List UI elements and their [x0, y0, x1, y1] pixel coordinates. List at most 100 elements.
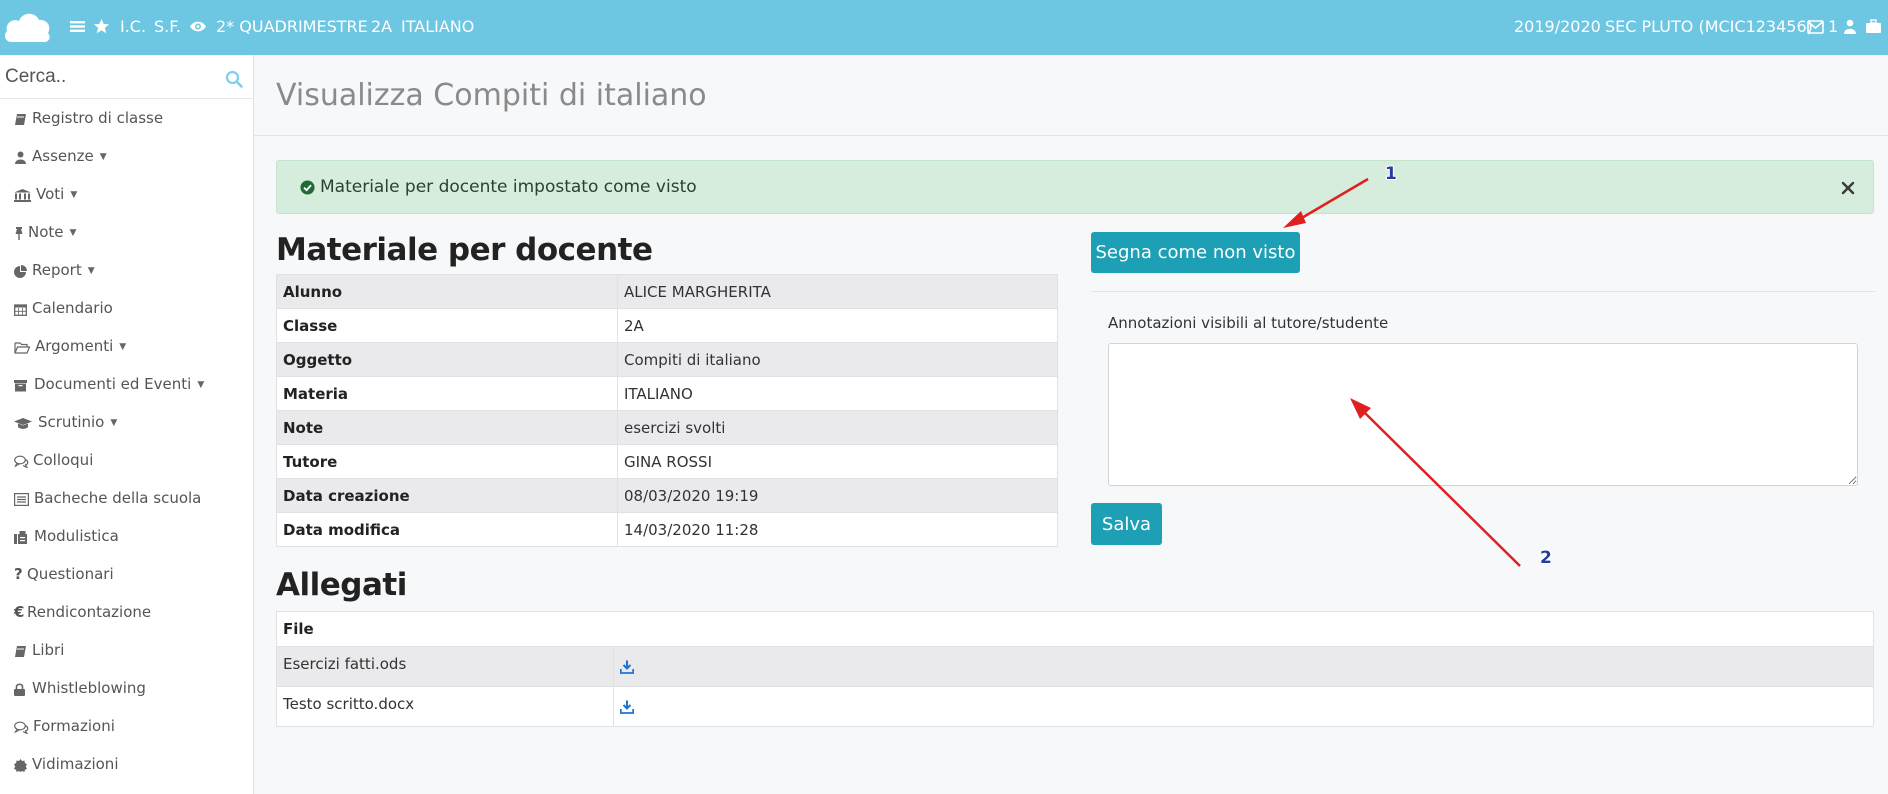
download-icon[interactable] [620, 700, 634, 714]
user-icon[interactable] [1844, 19, 1856, 34]
detail-key: Tutore [276, 444, 618, 479]
detail-key: Oggetto [276, 342, 618, 377]
detail-key: Note [276, 410, 618, 445]
detail-key: Materia [276, 376, 618, 411]
file-name: Testo scritto.docx [276, 686, 614, 727]
detail-value: 08/03/2020 19:19 [617, 478, 1058, 513]
sidebar-item-calendario[interactable]: Calendario [0, 294, 253, 324]
caret-down-icon: ▼ [197, 380, 205, 390]
table-row: Testo scritto.docx [276, 686, 1874, 727]
sidebar-item-bacheche-della-scuola[interactable]: Bacheche della scuola [0, 484, 253, 514]
lock-icon [14, 683, 25, 696]
sidebar-item-scrutinio[interactable]: Scrutinio ▼ [0, 408, 253, 438]
table-row: Alunno ALICE MARGHERITA [276, 274, 1058, 309]
table-row: Classe 2A [276, 308, 1058, 343]
pin-icon [15, 227, 23, 240]
sidebar-item-modulistica[interactable]: Modulistica [0, 522, 253, 552]
breadcrumb-class[interactable]: 2A [371, 16, 392, 38]
callout-1: 1 [1385, 164, 1397, 184]
column-header-file: File [276, 611, 1874, 647]
breadcrumb-subject[interactable]: ITALIANO [401, 16, 474, 38]
sidebar-item-colloqui[interactable]: Colloqui [0, 446, 253, 476]
sidebar-item-label: Calendario [32, 299, 113, 317]
sidebar-item-note[interactable]: Note ▼ [0, 218, 253, 248]
sidebar-item-argomenti[interactable]: Argomenti ▼ [0, 332, 253, 362]
detail-key: Data creazione [276, 478, 618, 513]
save-button[interactable]: Salva [1091, 503, 1162, 545]
detail-heading: Materiale per docente [276, 232, 653, 268]
caret-down-icon: ▼ [99, 152, 107, 162]
sidebar-item-label: Rendicontazione [27, 603, 152, 621]
euro-icon: € [14, 603, 25, 621]
book-icon [15, 646, 26, 657]
sidebar: Registro di classe Assenze▼ Voti▼ Note▼ … [0, 55, 254, 794]
breadcrumb-institute[interactable]: I.C. [120, 16, 146, 38]
sidebar-item-assenze[interactable]: Assenze ▼ [0, 142, 253, 172]
star-icon[interactable] [93, 18, 110, 35]
eye-icon[interactable] [189, 20, 207, 33]
archive-icon [14, 380, 27, 392]
sidebar-item-formazioni[interactable]: Formazioni [0, 712, 253, 742]
envelope-icon[interactable] [1807, 20, 1824, 34]
divider [1091, 291, 1875, 292]
detail-value: Compiti di italiano [617, 342, 1058, 377]
sidebar-item-whistleblowing[interactable]: Whistleblowing [0, 674, 253, 704]
breadcrumb-period[interactable]: 2* QUADRIMESTRE [216, 16, 368, 38]
menu-icon[interactable] [70, 19, 85, 34]
sidebar-item-label: Voti ▼ [36, 185, 78, 203]
pie-chart-icon [14, 265, 27, 278]
attachments-table: File Esercizi fatti.ods Testo scritto.do… [276, 611, 1874, 727]
school-name[interactable]: SEC PLUTO (MCIC123456) [1605, 16, 1813, 38]
success-alert: Materiale per docente impostato come vis… [276, 160, 1874, 214]
breadcrumb-site[interactable]: S.F. [154, 16, 181, 38]
sidebar-item-label: Modulistica [34, 527, 119, 545]
alert-message: Materiale per docente impostato come vis… [320, 177, 697, 197]
sidebar-item-vidimazioni[interactable]: Vidimazioni [0, 750, 253, 780]
sidebar-item-libri[interactable]: Libri [0, 636, 253, 666]
top-navbar: I.C. S.F. 2* QUADRIMESTRE 2A ITALIANO 20… [0, 0, 1888, 55]
sidebar-item-rendicontazione[interactable]: € Rendicontazione [0, 598, 253, 628]
notes-label: Annotazioni visibili al tutore/studente [1108, 314, 1389, 332]
table-row: Esercizi fatti.ods [276, 646, 1874, 687]
detail-value: esercizi svolti [617, 410, 1058, 445]
sidebar-item-voti[interactable]: Voti ▼ [0, 180, 253, 210]
book-icon [15, 114, 26, 125]
certificate-icon [14, 759, 27, 772]
sidebar-item-documenti-ed-eventi[interactable]: Documenti ed Eventi ▼ [0, 370, 253, 400]
sidebar-item-label: Note ▼ [28, 223, 77, 241]
sidebar-item-label: Scrutinio ▼ [38, 413, 118, 431]
messages-count[interactable]: 1 [1828, 16, 1838, 38]
sidebar-item-label: Questionari [27, 565, 114, 583]
briefcase-icon[interactable] [1866, 19, 1881, 34]
school-year[interactable]: 2019/2020 [1514, 16, 1601, 38]
search-input[interactable] [0, 55, 253, 99]
notes-textarea[interactable] [1108, 343, 1858, 486]
sidebar-item-label: Assenze ▼ [32, 147, 107, 165]
detail-value: 2A [617, 308, 1058, 343]
close-icon[interactable] [1841, 181, 1855, 195]
detail-key: Alunno [276, 274, 618, 309]
sidebar-item-label: Vidimazioni [32, 755, 119, 773]
callout-2: 2 [1540, 548, 1552, 568]
download-icon[interactable] [620, 660, 634, 674]
cloud-logo-icon[interactable] [2, 6, 52, 48]
caret-down-icon: ▼ [110, 418, 118, 428]
search-icon[interactable] [225, 70, 243, 88]
sidebar-item-report[interactable]: Report ▼ [0, 256, 253, 286]
comments-icon [14, 455, 29, 468]
graduation-cap-icon [14, 418, 32, 429]
detail-key: Data modifica [276, 512, 618, 547]
detail-value: GINA ROSSI [617, 444, 1058, 479]
detail-table: Alunno ALICE MARGHERITA Classe 2A Oggetto C… [276, 274, 1058, 547]
sidebar-item-label: Formazioni [33, 717, 115, 735]
question-icon: ? [14, 565, 23, 583]
institution-icon [14, 189, 31, 202]
sidebar-item-questionari[interactable]: ? Questionari [0, 560, 253, 590]
caret-down-icon: ▼ [70, 190, 78, 200]
table-header-row: File [276, 611, 1874, 647]
mark-unseen-button[interactable]: Segna come non visto [1091, 232, 1300, 273]
detail-value: ALICE MARGHERITA [617, 274, 1058, 309]
sidebar-item-registro-di-classe[interactable]: Registro di classe [0, 104, 253, 134]
file-actions [613, 686, 1874, 727]
sidebar-item-label: Report ▼ [32, 261, 95, 279]
